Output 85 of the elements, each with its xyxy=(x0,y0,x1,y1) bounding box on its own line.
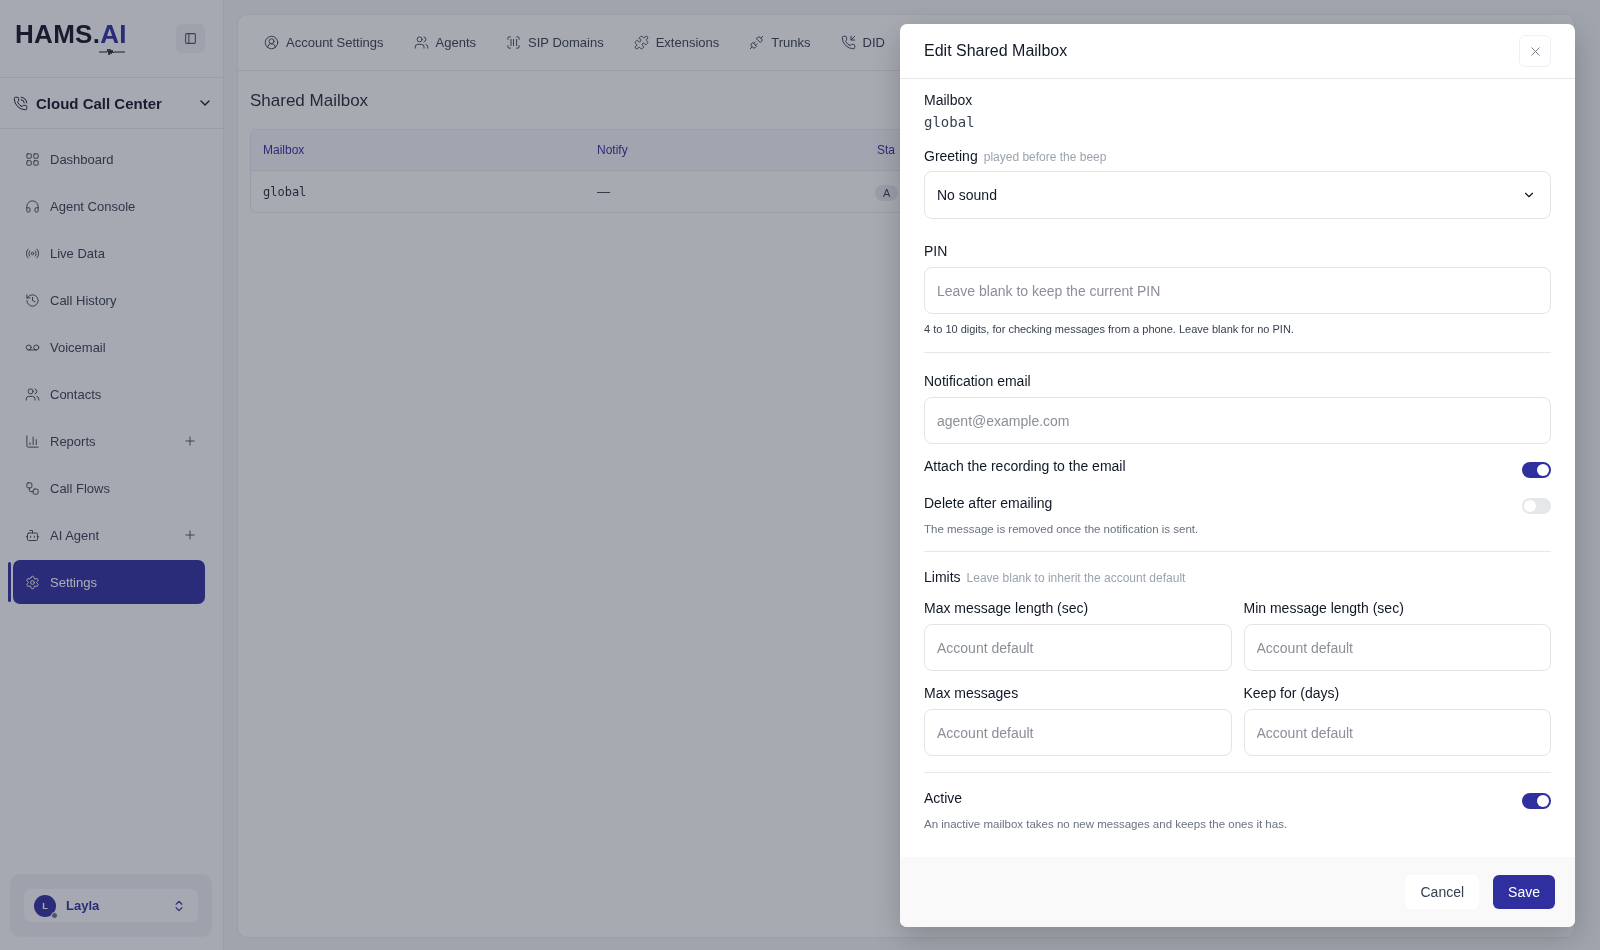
column-header: Sta xyxy=(877,143,895,157)
puzzle-icon xyxy=(633,35,649,50)
help-text: 4 to 10 digits, for checking messages from a phone. Leave blank for no PIN. xyxy=(924,323,1295,335)
cancel-button[interactable]: Cancel xyxy=(1405,875,1480,909)
nav-item[interactable]: Contacts xyxy=(13,372,205,416)
plug-icon xyxy=(749,35,765,50)
toggle-switch[interactable] xyxy=(1522,498,1551,514)
column-header: Mailbox xyxy=(263,143,305,157)
grid-icon xyxy=(25,151,40,167)
close-button[interactable] xyxy=(1519,35,1551,67)
number-field[interactable]: Account default xyxy=(924,709,1232,756)
dialog-title: Edit Shared Mailbox xyxy=(924,42,1068,60)
toggle-label: Attach the recording to the email xyxy=(924,458,1126,474)
workspace-selector[interactable]: Cloud Call Center xyxy=(0,78,223,129)
tab-label[interactable]: DID xyxy=(862,35,885,50)
toggle-switch[interactable] xyxy=(1522,793,1551,809)
phone-icon xyxy=(13,95,28,111)
number-field[interactable]: Account default xyxy=(1243,709,1551,756)
save-button[interactable]: Save xyxy=(1493,875,1555,909)
column-header: Notify xyxy=(597,143,628,157)
plus-icon[interactable] xyxy=(183,434,197,448)
section-label: Limits xyxy=(924,569,961,585)
greeting-select[interactable]: No sound xyxy=(924,171,1551,219)
avatar: L xyxy=(34,894,56,917)
robot-icon xyxy=(25,527,40,543)
tab-label[interactable]: Trunks xyxy=(771,35,811,50)
headset-icon xyxy=(25,198,40,214)
pin-field[interactable]: Leave blank to keep the current PIN xyxy=(924,267,1551,314)
tab[interactable]: Agents xyxy=(413,35,477,50)
phone-incoming-icon xyxy=(840,35,856,50)
toggle-switch[interactable] xyxy=(1522,462,1551,478)
number-field[interactable]: Account default xyxy=(924,624,1232,671)
page-title: Shared Mailbox xyxy=(250,91,369,111)
tab-label[interactable]: Agents xyxy=(435,35,477,50)
active-indicator xyxy=(8,562,11,602)
section-hint: Leave blank to inherit the account default xyxy=(966,571,1186,585)
field-label: Mailbox xyxy=(924,92,973,108)
tab[interactable]: Trunks xyxy=(749,35,811,50)
tab[interactable]: SIP Domains xyxy=(506,35,604,50)
nav-item[interactable]: Voicemail xyxy=(13,325,205,369)
users-icon xyxy=(25,386,40,402)
field-hint: played before the beep xyxy=(983,150,1107,164)
toggle-label: Delete after emailing xyxy=(924,495,1053,511)
nav-item[interactable]: Live Data xyxy=(13,231,205,275)
email-field[interactable]: agent@example.com xyxy=(924,397,1551,444)
user-circle-icon xyxy=(264,35,279,50)
nav-item[interactable]: Call History xyxy=(13,278,205,322)
users-icon xyxy=(413,35,429,50)
table-cell: — xyxy=(597,184,610,199)
waveform-icon xyxy=(98,48,125,56)
settings-icon xyxy=(25,574,40,590)
field-label: PIN xyxy=(924,243,948,259)
tab[interactable]: Extensions xyxy=(633,35,720,50)
field-label: Keep for (days) xyxy=(1243,685,1340,701)
nav-item[interactable]: AI Agent xyxy=(13,513,205,557)
tab-label[interactable]: Account Settings xyxy=(286,35,384,50)
table-cell: global xyxy=(263,184,307,199)
logo: HAMS.AI xyxy=(15,21,127,47)
nav-item[interactable]: Call Flows xyxy=(13,466,205,510)
mailbox-value: global xyxy=(924,114,976,130)
field-label: Greeting xyxy=(924,148,978,164)
status-badge: A xyxy=(875,184,899,201)
toggle-description: An inactive mailbox takes no new messages and keeps the ones it has. xyxy=(924,818,1288,830)
nav-item[interactable]: Reports xyxy=(13,419,205,463)
field-label: Max message length (sec) xyxy=(924,600,1089,616)
nav-item[interactable]: Dashboard xyxy=(13,137,205,181)
tab-label[interactable]: SIP Domains xyxy=(528,35,604,50)
tab-label[interactable]: Extensions xyxy=(655,35,720,50)
scan-icon xyxy=(506,35,522,50)
number-field[interactable]: Account default xyxy=(1243,624,1551,671)
field-label: Min message length (sec) xyxy=(1243,600,1404,616)
tab[interactable]: Account Settings xyxy=(264,35,384,50)
plus-icon[interactable] xyxy=(183,528,197,542)
nav-item[interactable]: Agent Console xyxy=(13,184,205,228)
user-menu-button[interactable]: L Layla xyxy=(24,889,198,922)
field-label: Notification email xyxy=(924,373,1031,389)
toggle-label: Active xyxy=(924,790,963,806)
panel-icon xyxy=(184,32,197,45)
flow-icon xyxy=(25,480,40,496)
toggle-description: The message is removed once the notification is sent. xyxy=(924,523,1199,535)
bar-chart-icon xyxy=(25,433,40,449)
sidebar-toggle-button[interactable] xyxy=(176,24,205,53)
field-label: Max messages xyxy=(924,685,1019,701)
tab[interactable]: DID xyxy=(840,35,885,50)
history-icon xyxy=(25,292,40,308)
